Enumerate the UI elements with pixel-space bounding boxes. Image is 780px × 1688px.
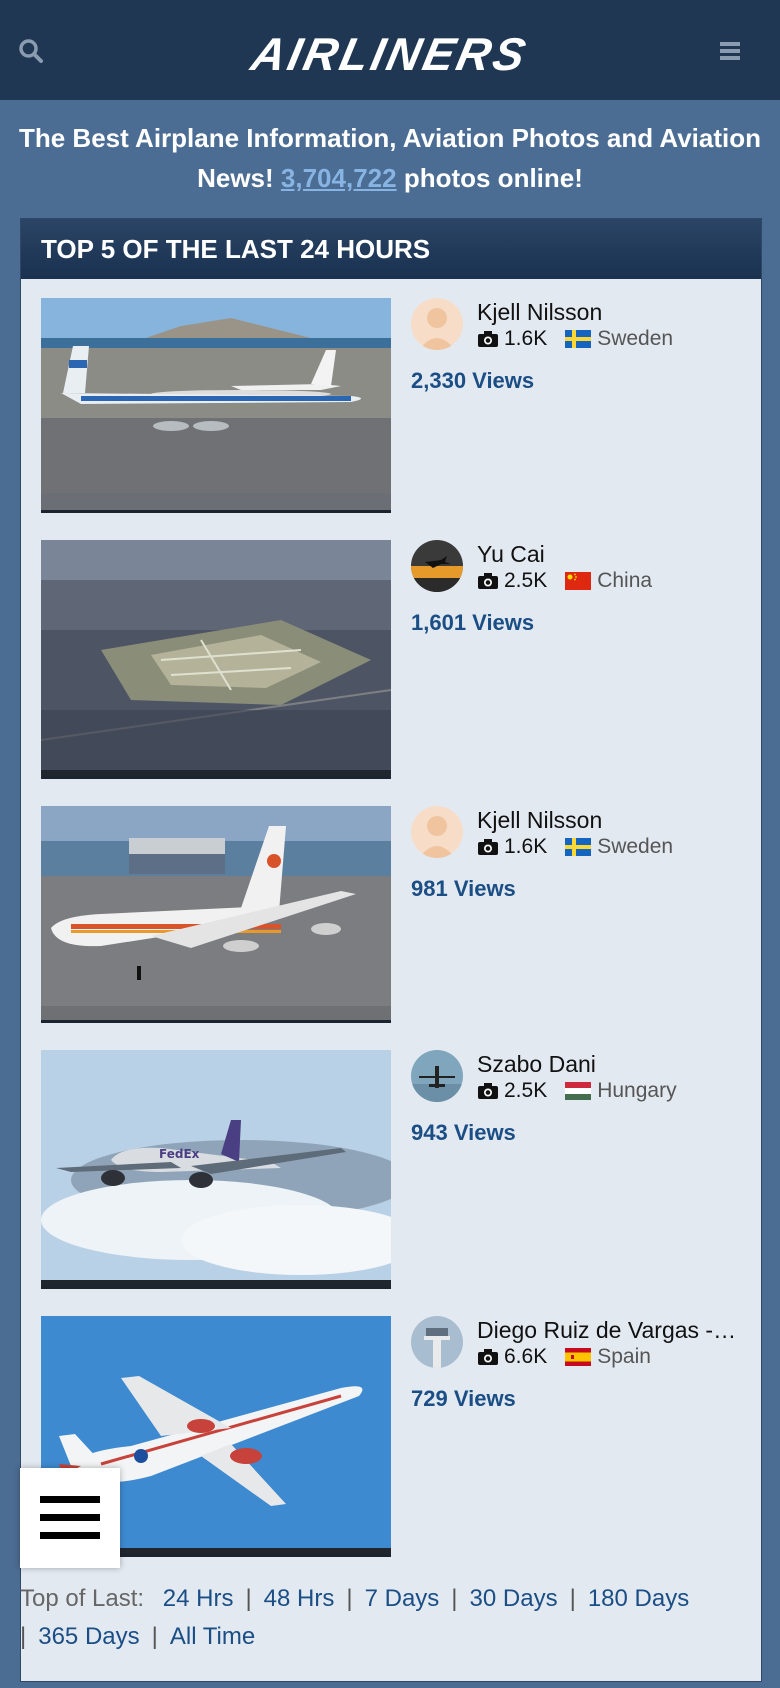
photographer-stats: 1.6K Sweden — [477, 326, 673, 352]
separator: | — [569, 1585, 576, 1612]
menu-bar-icon — [40, 1496, 100, 1503]
photographer-name[interactable]: Yu Cai — [477, 540, 741, 568]
top-photo-item-5: Diego Ruiz de Vargas - I... 6.6K Spain 7… — [41, 1316, 741, 1557]
floating-menu-button[interactable] — [20, 1468, 120, 1568]
country-name: Sweden — [597, 327, 674, 350]
separator: | — [151, 1623, 158, 1650]
aircraft-photo[interactable] — [41, 540, 391, 779]
timeframe-selector: Top of Last: 24 Hrs | 48 Hrs | 7 Days | 30 Day… — [20, 1580, 720, 1656]
aircraft-photo[interactable]: FedEx — [41, 1050, 391, 1289]
country-name: Spain — [597, 1345, 651, 1368]
photo-count: 1.6K — [504, 835, 548, 858]
photo-count: 1.6K — [504, 327, 548, 350]
timeframe-link-48-hrs[interactable]: 48 Hrs — [264, 1585, 335, 1612]
camera-icon — [478, 1349, 498, 1365]
photo-count: 2.5K — [504, 569, 548, 592]
camera-icon — [478, 839, 498, 855]
aircraft-photo[interactable] — [41, 298, 391, 513]
view-count: 2,330 Views — [411, 368, 535, 393]
top-photo-item-2: Yu Cai 2.5K China 1,601 Views — [41, 540, 741, 779]
country-name: China — [597, 569, 653, 592]
top-photo-item-3: Kjell Nilsson 1.6K Sweden 981 Views — [41, 806, 741, 1023]
timeframe-link-all-time[interactable]: All Time — [170, 1623, 255, 1650]
hungary-flag-icon — [565, 1082, 592, 1100]
sweden-flag-icon — [565, 330, 592, 348]
default-avatar-icon[interactable] — [411, 806, 463, 858]
sunset-plane-avatar-icon[interactable] — [411, 540, 463, 592]
separator: | — [451, 1585, 458, 1612]
view-count: 1,601 Views — [411, 610, 535, 635]
camera-icon — [478, 331, 498, 347]
separator: | — [346, 1585, 353, 1612]
camera-icon — [478, 573, 498, 589]
timeframe-link-7-days[interactable]: 7 Days — [365, 1585, 440, 1612]
camera-icon — [478, 1083, 498, 1099]
default-avatar-icon[interactable] — [411, 298, 463, 350]
photographer-name[interactable]: Diego Ruiz de Vargas - I... — [477, 1316, 741, 1344]
spain-flag-icon — [565, 1348, 592, 1366]
view-count: 729 Views — [411, 1386, 516, 1411]
sweden-flag-icon — [565, 838, 592, 856]
aircraft-photo[interactable] — [41, 806, 391, 1023]
photographer-stats: 1.6K Sweden — [477, 834, 673, 860]
photographer-stats: 6.6K Spain — [477, 1344, 651, 1370]
tagline-suffix: photos online! — [403, 163, 583, 193]
top-photo-item-4: FedEx Szabo Dani 2.5K Hungary 943 Views — [41, 1050, 741, 1289]
site-tagline: The Best Airplane Information, Aviation … — [10, 118, 770, 198]
timeframe-link-30-days[interactable]: 30 Days — [470, 1585, 558, 1612]
photographer-name[interactable]: Kjell Nilsson — [477, 806, 741, 834]
country-name: Hungary — [597, 1079, 677, 1102]
menu-bar-icon — [40, 1532, 100, 1539]
airliners-logo[interactable]: AIRLINERS — [0, 28, 780, 80]
hamburger-menu-icon[interactable] — [718, 40, 742, 62]
separator: | — [20, 1623, 27, 1650]
photographer-stats: 2.5K China — [477, 568, 652, 594]
timeframe-link-24-hrs[interactable]: 24 Hrs — [163, 1585, 234, 1612]
top5-panel: TOP 5 OF THE LAST 24 HOURS Kjell Nilsson… — [20, 218, 762, 1682]
view-count: 943 Views — [411, 1120, 516, 1145]
view-count: 981 Views — [411, 876, 516, 901]
photographer-stats: 2.5K Hungary — [477, 1078, 677, 1104]
photographer-name[interactable]: Szabo Dani — [477, 1050, 741, 1078]
photo-count: 2.5K — [504, 1079, 548, 1102]
photo-count-link[interactable]: 3,704,722 — [281, 163, 397, 193]
timeframe-link-180-days[interactable]: 180 Days — [588, 1585, 689, 1612]
top5-title: TOP 5 OF THE LAST 24 HOURS — [21, 219, 761, 279]
top-navigation-bar: AIRLINERS — [0, 0, 780, 100]
photo-count: 6.6K — [504, 1345, 548, 1368]
country-name: Sweden — [597, 835, 674, 858]
svg-text:FedEx: FedEx — [159, 1147, 200, 1161]
timeframe-link-365-days[interactable]: 365 Days — [38, 1623, 139, 1650]
airplane-avatar-icon[interactable] — [411, 1050, 463, 1102]
china-flag-icon — [565, 572, 592, 590]
timeframe-label: Top of Last: — [20, 1585, 145, 1612]
separator: | — [245, 1585, 252, 1612]
top-photo-item-1: Kjell Nilsson 1.6K Sweden 2,330 Views — [41, 298, 741, 513]
control-tower-avatar-icon[interactable] — [411, 1316, 463, 1368]
photographer-name[interactable]: Kjell Nilsson — [477, 298, 741, 326]
menu-bar-icon — [40, 1514, 100, 1521]
